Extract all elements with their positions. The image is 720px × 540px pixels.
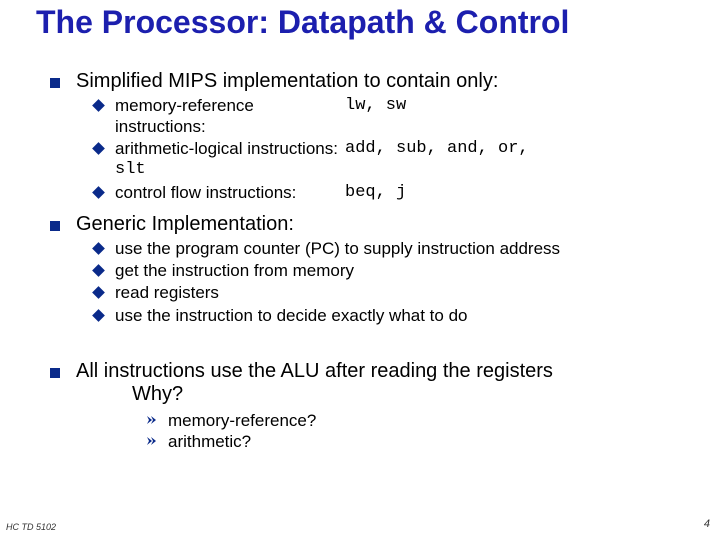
sub-bullet: arithmetic-logical instructions: add, su…	[94, 138, 690, 181]
sub-sub-text: arithmetic?	[168, 431, 251, 452]
diamond-bullet-icon	[92, 242, 105, 255]
sub-bullet: memory-reference instructions: lw, sw	[94, 95, 690, 138]
bullet-1-text: Simplified MIPS implementation to contai…	[76, 70, 498, 93]
slide-title: The Processor: Datapath & Control	[30, 0, 690, 40]
slide-content: Simplified MIPS implementation to contai…	[30, 40, 690, 453]
sub-code-line2: slt	[115, 159, 690, 180]
sub-code: beq, j	[345, 182, 406, 203]
sub-bullet: use the instruction to decide exactly wh…	[94, 305, 690, 326]
sub-text: get the instruction from memory	[115, 260, 690, 281]
sub-text: use the program counter (PC) to supply i…	[115, 238, 690, 259]
bullet-3-text: All instructions use the ALU after readi…	[76, 360, 553, 406]
sub-sub-text: memory-reference?	[168, 410, 316, 431]
bullet-3-line2: Why?	[132, 383, 183, 405]
footer-left: HC TD 5102	[6, 522, 56, 532]
sub-text: use the instruction to decide exactly wh…	[115, 305, 690, 326]
diamond-bullet-icon	[92, 142, 105, 155]
sub-code: add, sub, and, or,	[345, 138, 529, 159]
diamond-bullet-icon	[92, 286, 105, 299]
slide: The Processor: Datapath & Control Simpli…	[0, 0, 720, 540]
diamond-bullet-icon	[92, 309, 105, 322]
sub-bullet: read registers	[94, 282, 690, 303]
sub-label: memory-reference instructions:	[115, 95, 345, 138]
sub-bullet: get the instruction from memory	[94, 260, 690, 281]
pointer-bullet-icon	[146, 435, 158, 447]
sub-sub-bullet: arithmetic?	[146, 431, 690, 452]
sub-code: lw, sw	[345, 95, 406, 138]
sub-bullet: use the program counter (PC) to supply i…	[94, 238, 690, 259]
bullet-1: Simplified MIPS implementation to contai…	[50, 70, 690, 93]
bullet-2-subitems: use the program counter (PC) to supply i…	[94, 238, 690, 326]
bullet-1-subitems: memory-reference instructions: lw, sw ar…	[94, 95, 690, 203]
sub-label: arithmetic-logical instructions:	[115, 138, 345, 159]
sub-text: read registers	[115, 282, 690, 303]
bullet-3: All instructions use the ALU after readi…	[50, 360, 690, 406]
square-bullet-icon	[50, 221, 60, 231]
pointer-bullet-icon	[146, 414, 158, 426]
diamond-bullet-icon	[92, 186, 105, 199]
bullet-2: Generic Implementation:	[50, 213, 690, 236]
diamond-bullet-icon	[92, 99, 105, 112]
bullet-3-subitems: memory-reference? arithmetic?	[146, 410, 690, 453]
square-bullet-icon	[50, 368, 60, 378]
sub-label: control flow instructions:	[115, 182, 345, 203]
square-bullet-icon	[50, 78, 60, 88]
sub-sub-bullet: memory-reference?	[146, 410, 690, 431]
sub-bullet: control flow instructions: beq, j	[94, 182, 690, 203]
diamond-bullet-icon	[92, 264, 105, 277]
footer-page-number: 4	[704, 518, 710, 530]
bullet-2-text: Generic Implementation:	[76, 213, 294, 236]
bullet-3-line1: All instructions use the ALU after readi…	[76, 360, 553, 382]
